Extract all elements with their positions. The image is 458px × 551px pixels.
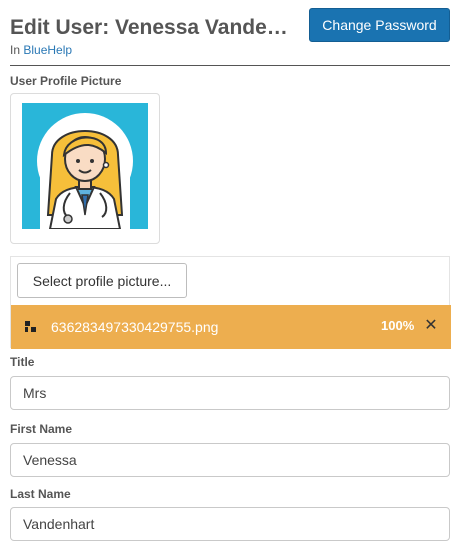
first-name-label: First Name xyxy=(10,422,73,436)
profile-picture-uploader: Select profile picture... 63628349733042… xyxy=(10,256,451,349)
edit-user-page: Edit User: Venessa Vandenhart In BlueHel… xyxy=(0,0,458,551)
select-profile-picture-button[interactable]: Select profile picture... xyxy=(17,263,187,298)
change-password-button[interactable]: Change Password xyxy=(309,8,450,42)
file-icon xyxy=(25,321,37,333)
file-name: 636283497330429755.png xyxy=(51,319,219,335)
title-label: Title xyxy=(10,355,35,369)
breadcrumb: In BlueHelp xyxy=(10,43,72,57)
page-title: Edit User: Venessa Vandenhart xyxy=(10,16,298,39)
first-name-field[interactable] xyxy=(10,443,450,477)
profile-picture-label: User Profile Picture xyxy=(10,74,122,88)
upload-progress: 100% xyxy=(381,318,415,333)
title-field[interactable] xyxy=(10,376,450,410)
last-name-label: Last Name xyxy=(10,487,71,501)
breadcrumb-prefix: In xyxy=(10,43,21,57)
last-name-field[interactable] xyxy=(10,507,450,541)
breadcrumb-link-bluehelp[interactable]: BlueHelp xyxy=(23,43,72,57)
uploaded-file-row: 636283497330429755.png 100% ✕ xyxy=(11,305,451,349)
avatar xyxy=(10,93,160,244)
close-icon[interactable]: ✕ xyxy=(423,316,439,336)
doctor-avatar-icon xyxy=(22,103,148,229)
page-header: Edit User: Venessa Vandenhart In BlueHel… xyxy=(10,8,450,66)
